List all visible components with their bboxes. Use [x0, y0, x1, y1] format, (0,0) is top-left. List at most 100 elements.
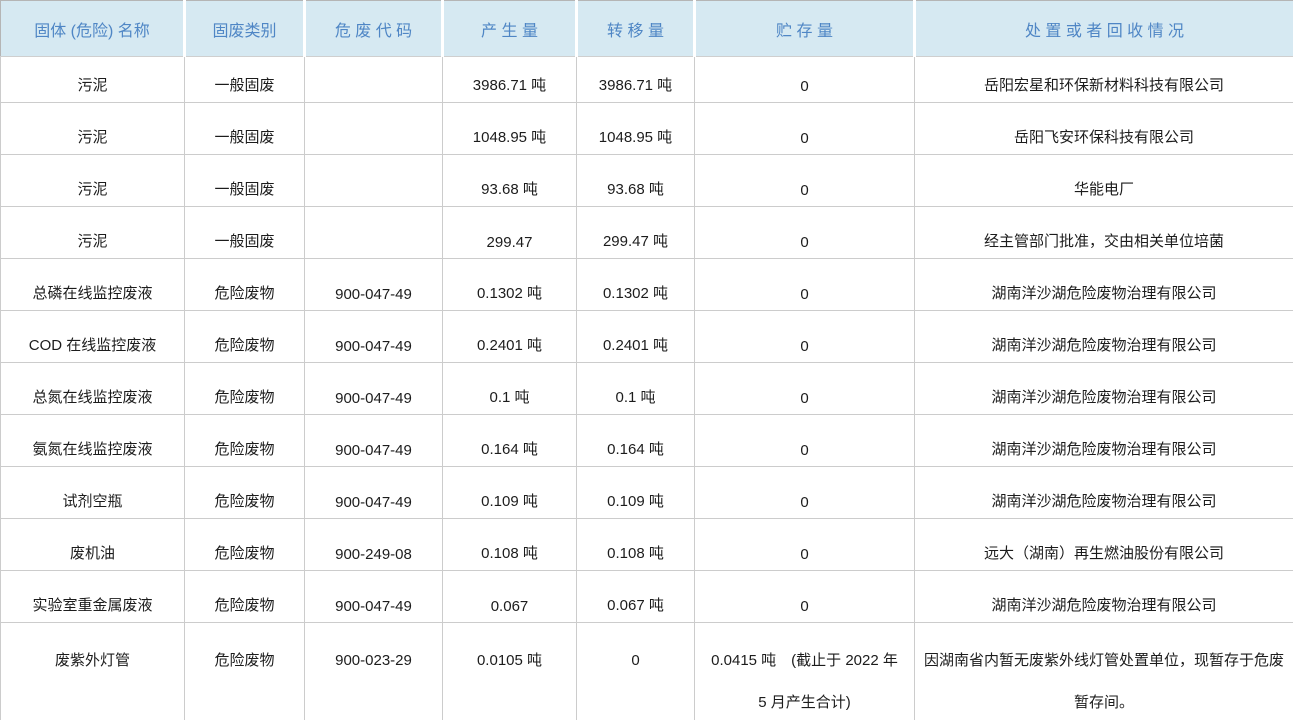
cell-transferred: 0.108 吨 [577, 519, 695, 571]
cell-waste-name: 废紫外灯管 [1, 623, 185, 720]
cell-stored: 0 [695, 519, 915, 571]
cell-waste-code: 900-023-29 [305, 623, 443, 720]
cell-transferred: 0.2401 吨 [577, 311, 695, 363]
cell-stored: 0 [695, 415, 915, 467]
cell-stored: 0 [695, 103, 915, 155]
cell-disposal: 湖南洋沙湖危险废物治理有限公司 [915, 311, 1293, 363]
cell-waste-category: 危险废物 [185, 467, 305, 519]
cell-waste-name: 试剂空瓶 [1, 467, 185, 519]
cell-disposal: 远大（湖南）再生燃油股份有限公司 [915, 519, 1293, 571]
cell-waste-code: 900-047-49 [305, 467, 443, 519]
table-row: 废紫外灯管 危险废物 900-023-29 0.0105 吨 0 0.0415 … [1, 623, 1293, 720]
cell-waste-category: 一般固废 [185, 57, 305, 103]
cell-waste-code [305, 155, 443, 207]
cell-waste-name: 实验室重金属废液 [1, 571, 185, 623]
cell-waste-name: 氨氮在线监控废液 [1, 415, 185, 467]
cell-waste-category: 危险废物 [185, 415, 305, 467]
cell-disposal: 华能电厂 [915, 155, 1293, 207]
col-header-disposal-recovery: 处 置 或 者 回 收 情 况 [915, 1, 1293, 57]
cell-waste-code [305, 57, 443, 103]
table-row: 污泥 一般固废 299.47 299.47 吨 0 经主管部门批准，交由相关单位… [1, 207, 1293, 259]
cell-waste-code [305, 207, 443, 259]
cell-disposal: 湖南洋沙湖危险废物治理有限公司 [915, 467, 1293, 519]
cell-waste-code: 900-047-49 [305, 363, 443, 415]
table-row: 实验室重金属废液 危险废物 900-047-49 0.067 0.067 吨 0… [1, 571, 1293, 623]
cell-waste-category: 一般固废 [185, 103, 305, 155]
cell-waste-name: 污泥 [1, 207, 185, 259]
table-row: 总氮在线监控废液 危险废物 900-047-49 0.1 吨 0.1 吨 0 湖… [1, 363, 1293, 415]
table-row: 试剂空瓶 危险废物 900-047-49 0.109 吨 0.109 吨 0 湖… [1, 467, 1293, 519]
cell-stored: 0 [695, 259, 915, 311]
cell-stored: 0 [695, 363, 915, 415]
cell-disposal: 经主管部门批准，交由相关单位培菌 [915, 207, 1293, 259]
cell-waste-code: 900-047-49 [305, 415, 443, 467]
cell-waste-category: 危险废物 [185, 363, 305, 415]
cell-transferred: 0.109 吨 [577, 467, 695, 519]
cell-stored: 0 [695, 311, 915, 363]
cell-transferred: 0.1 吨 [577, 363, 695, 415]
cell-produced: 299.47 [443, 207, 577, 259]
solid-waste-table: 固体 (危险) 名称 固废类别 危 废 代 码 产 生 量 转 移 量 贮 存 … [0, 0, 1293, 720]
cell-disposal: 湖南洋沙湖危险废物治理有限公司 [915, 415, 1293, 467]
cell-produced: 3986.71 吨 [443, 57, 577, 103]
col-header-waste-code: 危 废 代 码 [305, 1, 443, 57]
cell-waste-name: 总磷在线监控废液 [1, 259, 185, 311]
cell-produced: 0.108 吨 [443, 519, 577, 571]
cell-stored: 0 [695, 571, 915, 623]
col-header-waste-name: 固体 (危险) 名称 [1, 1, 185, 57]
cell-waste-category: 危险废物 [185, 571, 305, 623]
cell-waste-name: 总氮在线监控废液 [1, 363, 185, 415]
cell-waste-name: 污泥 [1, 103, 185, 155]
cell-transferred: 1048.95 吨 [577, 103, 695, 155]
cell-stored: 0 [695, 207, 915, 259]
table-row: 污泥 一般固废 3986.71 吨 3986.71 吨 0 岳阳宏星和环保新材料… [1, 57, 1293, 103]
col-header-produced-amount: 产 生 量 [443, 1, 577, 57]
cell-transferred: 0.1302 吨 [577, 259, 695, 311]
cell-transferred: 0 [577, 623, 695, 720]
cell-stored: 0.0415 吨 (截止于 2022 年 5 月产生合计) [695, 623, 915, 720]
cell-produced: 0.164 吨 [443, 415, 577, 467]
cell-disposal: 湖南洋沙湖危险废物治理有限公司 [915, 571, 1293, 623]
cell-transferred: 0.164 吨 [577, 415, 695, 467]
cell-waste-code: 900-047-49 [305, 259, 443, 311]
cell-disposal: 因湖南省内暂无废紫外线灯管处置单位，现暂存于危废 暂存间。 [915, 623, 1293, 720]
cell-transferred: 0.067 吨 [577, 571, 695, 623]
cell-disposal: 湖南洋沙湖危险废物治理有限公司 [915, 363, 1293, 415]
cell-produced: 93.68 吨 [443, 155, 577, 207]
cell-waste-category: 危险废物 [185, 519, 305, 571]
table-row: COD 在线监控废液 危险废物 900-047-49 0.2401 吨 0.24… [1, 311, 1293, 363]
cell-produced: 0.067 [443, 571, 577, 623]
table-row: 污泥 一般固废 93.68 吨 93.68 吨 0 华能电厂 [1, 155, 1293, 207]
cell-produced: 0.0105 吨 [443, 623, 577, 720]
cell-disposal: 岳阳宏星和环保新材料科技有限公司 [915, 57, 1293, 103]
col-header-transferred-amount: 转 移 量 [577, 1, 695, 57]
cell-stored: 0 [695, 57, 915, 103]
cell-waste-category: 一般固废 [185, 155, 305, 207]
cell-waste-name: COD 在线监控废液 [1, 311, 185, 363]
cell-produced: 0.1302 吨 [443, 259, 577, 311]
cell-produced: 0.1 吨 [443, 363, 577, 415]
col-header-waste-category: 固废类别 [185, 1, 305, 57]
cell-transferred: 299.47 吨 [577, 207, 695, 259]
cell-waste-code: 900-047-49 [305, 311, 443, 363]
cell-waste-code [305, 103, 443, 155]
header-row: 固体 (危险) 名称 固废类别 危 废 代 码 产 生 量 转 移 量 贮 存 … [1, 1, 1293, 57]
cell-transferred: 3986.71 吨 [577, 57, 695, 103]
cell-waste-code: 900-249-08 [305, 519, 443, 571]
cell-waste-category: 危险废物 [185, 311, 305, 363]
cell-produced: 1048.95 吨 [443, 103, 577, 155]
table-row: 污泥 一般固废 1048.95 吨 1048.95 吨 0 岳阳飞安环保科技有限… [1, 103, 1293, 155]
col-header-stored-amount: 贮 存 量 [695, 1, 915, 57]
cell-transferred: 93.68 吨 [577, 155, 695, 207]
cell-produced: 0.2401 吨 [443, 311, 577, 363]
cell-waste-category: 一般固废 [185, 207, 305, 259]
cell-waste-category: 危险废物 [185, 623, 305, 720]
table-row: 氨氮在线监控废液 危险废物 900-047-49 0.164 吨 0.164 吨… [1, 415, 1293, 467]
cell-stored: 0 [695, 155, 915, 207]
cell-disposal: 岳阳飞安环保科技有限公司 [915, 103, 1293, 155]
cell-waste-name: 污泥 [1, 155, 185, 207]
cell-waste-name: 污泥 [1, 57, 185, 103]
cell-waste-code: 900-047-49 [305, 571, 443, 623]
cell-disposal: 湖南洋沙湖危险废物治理有限公司 [915, 259, 1293, 311]
cell-waste-name: 废机油 [1, 519, 185, 571]
